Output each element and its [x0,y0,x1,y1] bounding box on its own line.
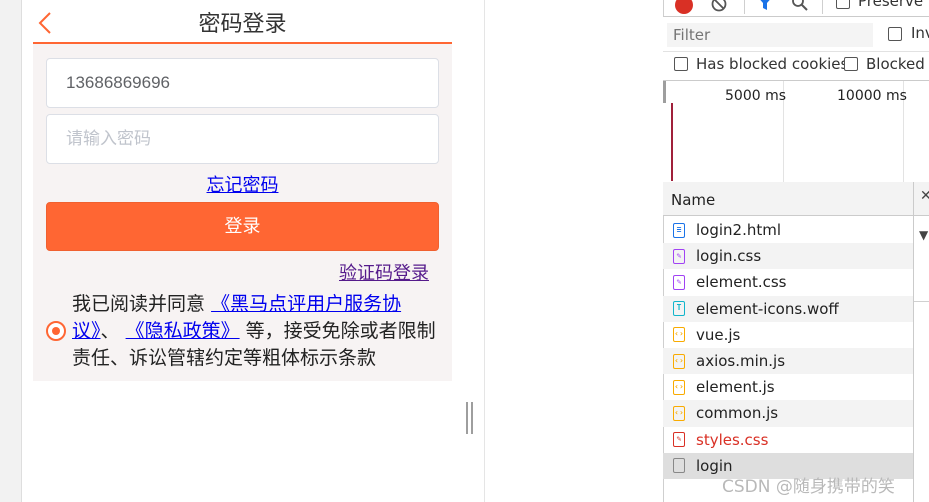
pane-splitter-handle[interactable] [466,402,475,434]
request-name: element-icons.woff [696,299,839,318]
watermark: CSDN @随身携带的笑 [722,477,895,497]
password-input[interactable] [46,114,439,164]
stylesheet-error-file-icon: ✎ [673,432,685,448]
request-name: axios.min.js [696,352,786,371]
request-name: vue.js [696,325,741,344]
request-row[interactable]: ✎ login.css [663,243,913,270]
request-details-panel [913,216,929,502]
request-row[interactable]: ≡ login2.html [663,217,913,243]
agreement-separator: 、 [100,320,120,342]
request-name: styles.css [696,430,769,449]
blocked-cookies-checkbox[interactable] [674,57,688,71]
request-name: element.js [696,378,775,397]
phone-number-input[interactable] [46,58,439,108]
filter-input[interactable] [667,23,873,47]
invert-checkbox[interactable] [888,27,902,41]
filter-icon[interactable] [755,0,775,12]
request-row[interactable]: ‹› element.js [663,374,913,400]
timeline-load-marker [671,103,673,181]
request-row[interactable]: ✎ element.css [663,269,913,295]
timeline-tick-label: 5000 ms [725,88,787,104]
divider [484,0,485,502]
request-row[interactable]: Telement-icons.woff [663,295,913,322]
privacy-policy-link[interactable]: 《隐私政策》 [126,320,240,342]
request-name: element.css [696,273,787,292]
timeline-tick-label: 10000 ms [837,88,907,104]
timeline-resize-handle[interactable] [663,81,666,103]
request-row[interactable]: ‹› vue.js [663,322,913,348]
blocked-requests-label: Blocked R [866,55,929,73]
invert-label: Inv [911,24,929,42]
preserve-log-checkbox[interactable] [836,0,850,9]
request-row[interactable]: ✎ styles.css [663,427,913,453]
font-file-icon: T [673,301,685,317]
request-name: login2.html [696,221,782,240]
agreement-radio[interactable] [46,321,66,341]
document-file-icon: ≡ [673,222,685,238]
request-row[interactable]: ‹› common.js [663,400,913,427]
request-row[interactable]: ‹› axios.min.js [663,347,913,375]
request-name: common.js [696,404,779,423]
script-file-icon: ‹› [673,379,685,395]
close-icon[interactable]: ✕ [920,188,929,204]
toolbar-divider [822,0,823,14]
divider [914,301,929,302]
preserve-log-label: Preserve lo [858,0,929,10]
name-column-header[interactable]: Name [671,191,715,209]
clear-icon[interactable] [711,0,727,12]
agreement-text: 我已阅读并同意 《黑马点评用户服务协议》、 《隐私政策》 等，接受免除或者限制责… [72,291,442,372]
stylesheet-file-icon: ✎ [673,274,685,290]
script-file-icon: ‹› [673,353,685,369]
script-file-icon: ‹› [673,405,685,421]
verification-code-login-link[interactable]: 验证码登录 [339,259,429,285]
toolbar-divider [744,0,745,14]
request-name: login.css [696,247,762,266]
expand-triangle-icon[interactable]: ▼ [919,228,928,242]
forgot-password-link[interactable]: 忘记密码 [33,171,452,197]
other-file-icon [673,458,685,474]
agreement-prefix: 我已阅读并同意 [72,293,206,315]
stylesheet-file-icon: ✎ [673,248,685,264]
script-file-icon: ‹› [673,327,685,343]
left-gutter [0,0,22,502]
request-list: ≡ login2.html ✎ login.css ✎ element.css Teleme… [663,217,913,479]
login-button[interactable]: 登录 [46,202,439,251]
search-icon[interactable] [791,0,809,12]
radio-dot-icon [52,327,60,335]
blocked-cookies-label: Has blocked cookies [696,55,849,73]
page-title: 密码登录 [198,12,287,37]
blocked-requests-checkbox[interactable] [844,57,858,71]
